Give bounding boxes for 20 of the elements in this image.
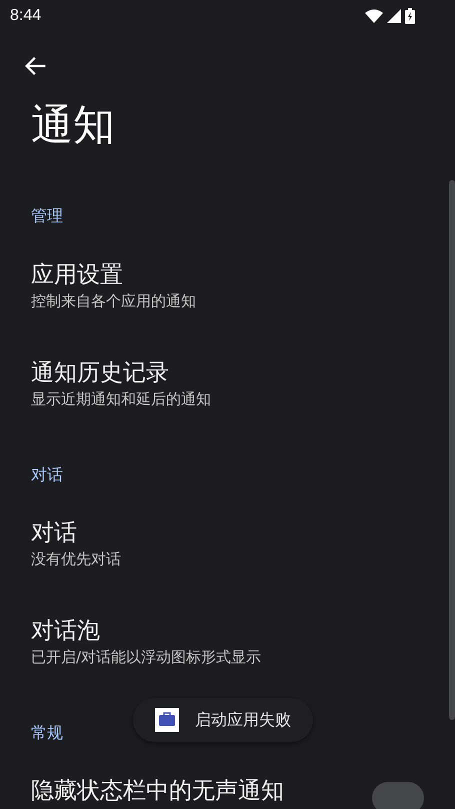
toggle-switch[interactable] xyxy=(372,782,424,809)
setting-summary: 已开启/对话能以浮动图标形式显示 xyxy=(31,647,262,668)
signal-icon xyxy=(387,9,401,23)
setting-summary: 控制来自各个应用的通知 xyxy=(31,291,196,312)
status-time: 8:44 xyxy=(10,7,42,25)
setting-summary: 没有优先对话 xyxy=(31,549,121,570)
setting-summary: 显示近期通知和延后的通知 xyxy=(31,389,211,410)
wifi-icon xyxy=(365,9,383,23)
setting-title[interactable]: 通知历史记录 xyxy=(31,358,211,388)
section-header: 常规 xyxy=(31,722,63,744)
section-header: 管理 xyxy=(31,206,63,226)
toast-message: 启动应用失败 xyxy=(195,710,291,730)
setting-title[interactable]: 对话 xyxy=(31,518,121,548)
setting-title[interactable]: 对话泡 xyxy=(31,616,262,646)
setting-title[interactable]: 应用设置 xyxy=(31,260,196,290)
setting-title[interactable]: 隐藏状态栏中的无声通知 xyxy=(31,776,284,806)
briefcase-icon xyxy=(155,708,179,732)
section-header: 对话 xyxy=(31,464,63,486)
battery-charging-icon xyxy=(405,8,415,24)
page-title: 通知 xyxy=(31,100,115,149)
